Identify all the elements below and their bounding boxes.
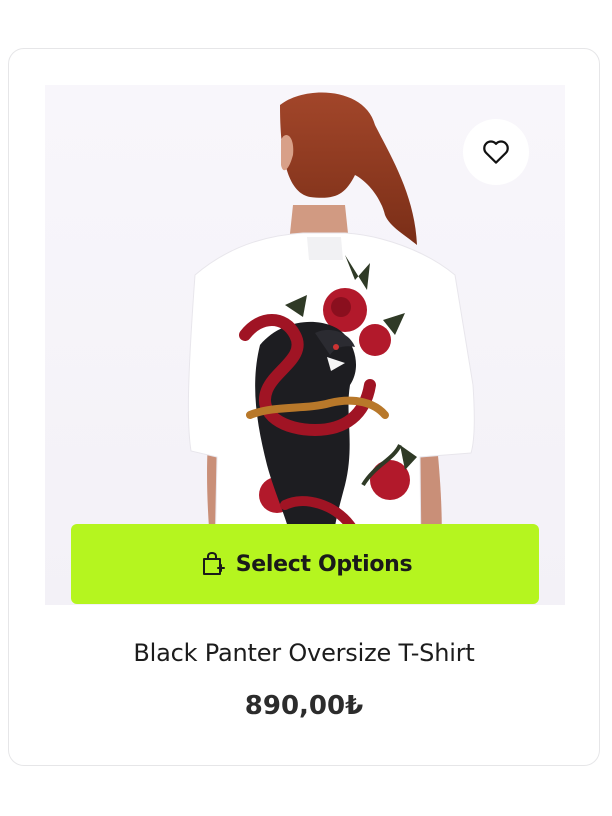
select-options-button[interactable]: Select Options: [71, 524, 539, 604]
shopping-bag-plus-icon: [202, 551, 225, 575]
heart-icon: [483, 140, 509, 164]
select-options-label: Select Options: [235, 551, 413, 577]
product-price: 890,00₺: [244, 691, 364, 721]
product-title[interactable]: Black Panter Oversize T-Shirt: [9, 639, 599, 667]
wishlist-button[interactable]: [463, 119, 529, 185]
product-image[interactable]: Select Options: [45, 85, 565, 605]
product-card[interactable]: Select Options Black Panter Oversize T-S…: [8, 48, 600, 766]
